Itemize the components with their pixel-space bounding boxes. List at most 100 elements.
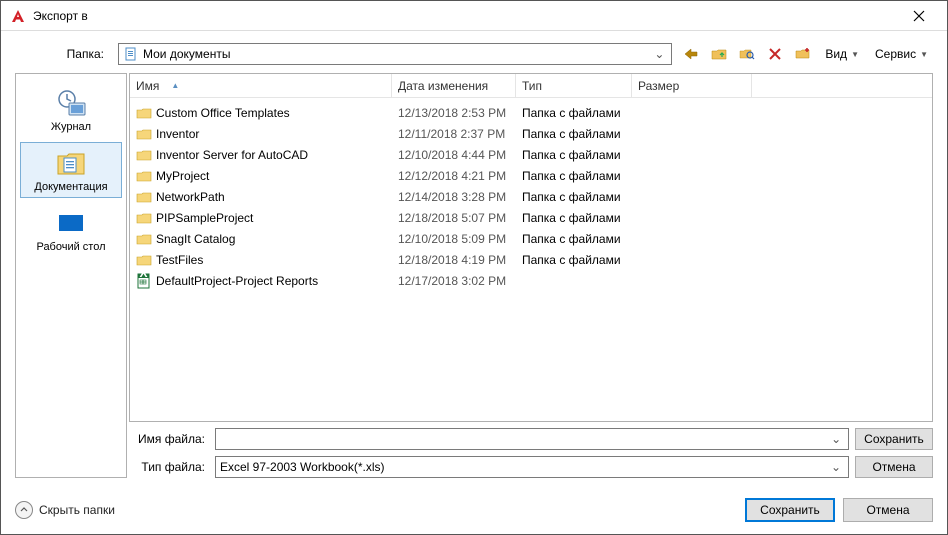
places-sidebar: Журнал Документация Рабочий стол <box>15 73 127 478</box>
hide-folders-label: Скрыть папки <box>39 503 115 517</box>
titlebar: Экспорт в <box>1 1 947 31</box>
folder-icon <box>136 168 152 184</box>
file-name: DefaultProject-Project Reports <box>156 274 318 288</box>
file-list-header: Имя▲ Дата изменения Тип Размер <box>130 74 932 98</box>
file-row[interactable]: MyProject 12/12/2018 4:21 PMПапка с файла… <box>130 165 932 186</box>
file-type: Папка с файлами <box>516 232 632 246</box>
filename-input-wrapper: ⌄ <box>215 428 849 450</box>
documents-icon <box>123 46 139 62</box>
file-date: 12/13/2018 2:53 PM <box>392 106 516 120</box>
folder-row: Папка: Мои документы ⌄ <box>15 43 933 65</box>
service-menu[interactable]: Сервис ▼ <box>870 43 933 65</box>
file-date: 12/11/2018 2:37 PM <box>392 127 516 141</box>
file-list: Имя▲ Дата изменения Тип Размер Custom Of… <box>129 73 933 422</box>
view-menu[interactable]: Вид ▼ <box>820 43 864 65</box>
service-label: Сервис <box>875 47 916 61</box>
close-button[interactable] <box>899 2 939 30</box>
chevron-down-icon: ⌄ <box>828 460 844 474</box>
folder-dropdown[interactable]: Мои документы ⌄ <box>118 43 672 65</box>
file-date: 12/17/2018 3:02 PM <box>392 274 516 288</box>
file-type: Папка с файлами <box>516 148 632 162</box>
sidebar-item-label: Рабочий стол <box>36 241 105 253</box>
new-folder-button[interactable] <box>792 43 814 65</box>
chevron-down-icon: ▼ <box>851 50 859 59</box>
filetype-dropdown[interactable]: Excel 97-2003 Workbook(*.xls) ⌄ <box>215 456 849 478</box>
column-type[interactable]: Тип <box>516 74 632 97</box>
file-type: Папка с файлами <box>516 106 632 120</box>
folder-up-button[interactable] <box>708 43 730 65</box>
file-row[interactable]: TestFiles12/18/2018 4:19 PMПапка с файла… <box>130 249 932 270</box>
window-title: Экспорт в <box>33 9 899 23</box>
filename-label: Имя файла: <box>129 432 209 446</box>
file-date: 12/14/2018 3:28 PM <box>392 190 516 204</box>
chevron-down-icon: ▼ <box>920 50 928 59</box>
file-row[interactable]: Inventor 12/11/2018 2:37 PMПапка с файлам… <box>130 123 932 144</box>
chevron-down-icon: ⌄ <box>651 47 667 61</box>
file-date: 12/10/2018 4:44 PM <box>392 148 516 162</box>
folder-icon <box>136 189 152 205</box>
file-name: NetworkPath <box>156 190 225 204</box>
column-size[interactable]: Размер <box>632 74 752 97</box>
folder-icon <box>136 147 152 163</box>
hide-folders-button[interactable]: Скрыть папки <box>15 501 115 519</box>
file-type: Папка с файлами <box>516 169 632 183</box>
file-row[interactable]: NetworkPath 12/14/2018 3:28 PMПапка с фай… <box>130 186 932 207</box>
file-type: Папка с файлами <box>516 190 632 204</box>
collapse-icon <box>15 501 33 519</box>
sort-asc-icon: ▲ <box>171 81 179 90</box>
file-row[interactable]: Inventor Server for AutoCAD 12/10/2018 4:… <box>130 144 932 165</box>
filetype-value: Excel 97-2003 Workbook(*.xls) <box>220 460 828 474</box>
svg-text:X: X <box>139 273 147 280</box>
file-type: Папка с файлами <box>516 211 632 225</box>
column-date[interactable]: Дата изменения <box>392 74 516 97</box>
xls-icon: X <box>136 273 152 289</box>
folder-icon <box>136 126 152 142</box>
file-row[interactable]: SnagIt Catalog 12/10/2018 5:09 PMПапка с … <box>130 228 932 249</box>
sidebar-item-documents[interactable]: Документация <box>20 142 122 198</box>
chevron-down-icon[interactable]: ⌄ <box>828 432 844 446</box>
delete-button[interactable] <box>764 43 786 65</box>
file-date: 12/12/2018 4:21 PM <box>392 169 516 183</box>
file-name: Custom Office Templates <box>156 106 290 120</box>
file-date: 12/18/2018 4:19 PM <box>392 253 516 267</box>
filetype-row: Тип файла: Excel 97-2003 Workbook(*.xls)… <box>129 456 933 478</box>
back-button[interactable] <box>680 43 702 65</box>
folder-icon <box>136 252 152 268</box>
documents-folder-icon <box>55 147 87 179</box>
desktop-icon <box>55 207 87 239</box>
filename-input[interactable] <box>220 432 828 446</box>
save-button[interactable]: Сохранить <box>745 498 835 522</box>
app-icon <box>9 7 27 25</box>
bottom-bar: Скрыть папки Сохранить Отмена <box>15 486 933 522</box>
column-name[interactable]: Имя▲ <box>130 74 392 97</box>
filename-row: Имя файла: ⌄ Сохранить <box>129 428 933 450</box>
history-icon <box>55 87 87 119</box>
sidebar-item-history[interactable]: Журнал <box>20 82 122 138</box>
cancel-side-button[interactable]: Отмена <box>855 456 933 478</box>
folder-current: Мои документы <box>143 47 651 61</box>
save-side-button[interactable]: Сохранить <box>855 428 933 450</box>
file-date: 12/18/2018 5:07 PM <box>392 211 516 225</box>
file-name: Inventor <box>156 127 199 141</box>
file-type: Папка с файлами <box>516 127 632 141</box>
file-row[interactable]: PIPSampleProject 12/18/2018 5:07 PMПапка … <box>130 207 932 228</box>
file-row[interactable]: Custom Office Templates 12/13/2018 2:53 P… <box>130 102 932 123</box>
file-name: SnagIt Catalog <box>156 232 235 246</box>
folder-icon <box>136 231 152 247</box>
folder-label: Папка: <box>15 47 110 61</box>
cancel-button[interactable]: Отмена <box>843 498 933 522</box>
file-row[interactable]: X DefaultProject-Project Reports 12/17/201… <box>130 270 932 291</box>
sidebar-item-label: Документация <box>34 181 107 193</box>
file-name: Inventor Server for AutoCAD <box>156 148 308 162</box>
sidebar-item-desktop[interactable]: Рабочий стол <box>20 202 122 258</box>
sidebar-item-label: Журнал <box>51 121 91 133</box>
file-name: PIPSampleProject <box>156 211 253 225</box>
folder-icon <box>136 105 152 121</box>
folder-icon <box>136 210 152 226</box>
search-button[interactable] <box>736 43 758 65</box>
file-name: TestFiles <box>156 253 203 267</box>
file-date: 12/10/2018 5:09 PM <box>392 232 516 246</box>
file-name: MyProject <box>156 169 209 183</box>
view-label: Вид <box>825 47 847 61</box>
toolbar: Вид ▼ Сервис ▼ <box>680 43 933 65</box>
